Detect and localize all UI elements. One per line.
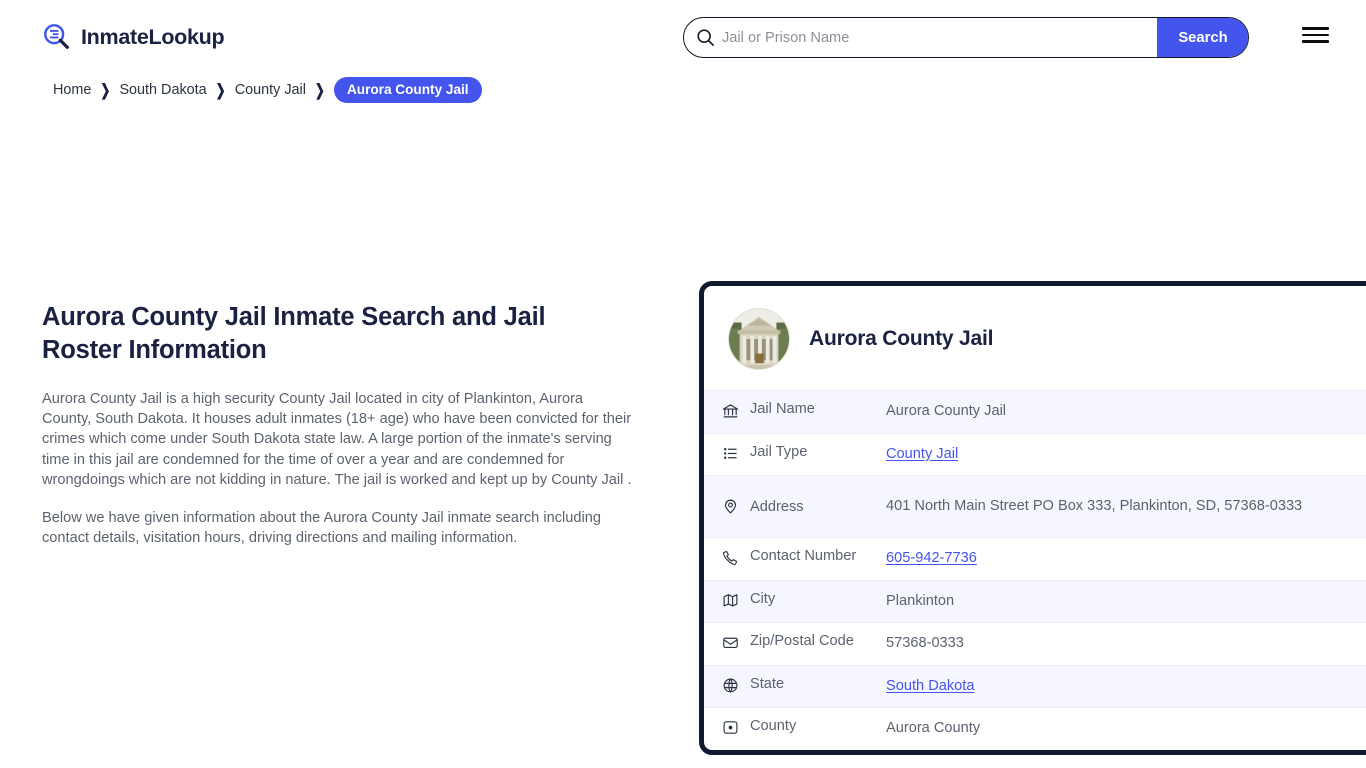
breadcrumb-separator: ❯ <box>100 80 111 100</box>
row-value: 605-942-7736 <box>886 548 1007 570</box>
site-logo[interactable]: InmateLookup <box>42 22 225 52</box>
table-row: State South Dakota <box>704 664 1366 707</box>
row-label: Address <box>750 498 804 515</box>
jail-info-card: Aurora County Jail Jail Name Aurora Count… <box>699 281 1366 755</box>
county-pin-icon <box>704 718 750 736</box>
row-value: 57368-0333 <box>886 635 964 651</box>
card-header: Aurora County Jail <box>704 286 1366 390</box>
row-label: Jail Name <box>750 401 815 417</box>
hamburger-bar <box>1302 33 1329 37</box>
breadcrumb-item-south-dakota[interactable]: South Dakota <box>119 82 206 98</box>
row-label: City <box>750 590 776 607</box>
table-row: City Plankinton <box>704 579 1366 622</box>
table-row: County Aurora County <box>704 707 1366 750</box>
table-row: Contact Number 605-942-7736 <box>704 537 1366 580</box>
breadcrumb: Home ❯ South Dakota ❯ County Jail ❯ Aurora Cou… <box>53 75 1366 105</box>
row-value-link[interactable]: South Dakota <box>886 678 974 694</box>
secondary-paragraph: Below we have given information about th… <box>42 510 601 547</box>
phone-icon <box>704 548 750 566</box>
table-row: Jail Name Aurora County Jail <box>704 390 1366 433</box>
row-label: County <box>750 718 797 734</box>
map-icon <box>704 591 750 609</box>
card-title: Aurora County Jail <box>809 327 994 350</box>
list-icon <box>704 444 750 462</box>
row-label: State <box>750 675 785 692</box>
hamburger-menu-icon[interactable] <box>1302 24 1329 46</box>
envelope-icon <box>704 633 750 651</box>
table-row: Jail Type County Jail <box>704 432 1366 476</box>
breadcrumb-item-county-jail[interactable]: County Jail <box>235 82 306 98</box>
search-button[interactable]: Search <box>1157 18 1248 57</box>
row-value: County Jail <box>886 444 988 466</box>
row-value: Aurora County Jail <box>886 403 1007 419</box>
bank-icon <box>704 401 750 419</box>
table-row: Address 401 North Main Street PO Box 333,… <box>704 475 1366 537</box>
page-body: Aurora County Jail Inmate Search and Jai… <box>0 105 1366 755</box>
row-label: Zip/Postal Code <box>750 633 854 649</box>
article-column: Aurora County Jail Inmate Search and Jai… <box>42 301 642 566</box>
row-value-link[interactable]: County Jail <box>886 446 958 462</box>
page-title: Aurora County Jail Inmate Search and Jai… <box>42 303 546 364</box>
row-value: Aurora County <box>886 720 981 736</box>
breadcrumb-item-aurora-county-jail: Aurora County Jail <box>333 77 482 103</box>
breadcrumb-separator: ❯ <box>215 80 226 100</box>
row-label: Jail Type <box>750 443 808 460</box>
search-icon <box>684 18 718 57</box>
row-value: Plankinton <box>886 592 955 609</box>
magnifier-list-icon <box>42 22 72 52</box>
row-label: Contact Number <box>750 548 857 564</box>
search-input[interactable] <box>718 18 1157 57</box>
site-header: InmateLookup Search <box>0 0 1366 74</box>
hamburger-bar <box>1302 27 1329 30</box>
row-value-link[interactable]: 605-942-7736 <box>886 550 977 566</box>
intro-paragraph: Aurora County Jail is a high security Co… <box>42 391 632 488</box>
row-value: South Dakota <box>886 676 1004 698</box>
logo-text: InmateLookup <box>81 24 225 49</box>
courthouse-photo <box>728 308 790 370</box>
map-pin-icon <box>704 498 750 515</box>
breadcrumb-separator: ❯ <box>314 80 325 100</box>
globe-icon <box>704 676 750 694</box>
search-bar: Search <box>683 17 1249 58</box>
jail-info-table: Jail Name Aurora County Jail Jail Type Coun… <box>704 390 1366 750</box>
table-row: Zip/Postal Code 57368-0333 <box>704 622 1366 665</box>
hamburger-bar <box>1302 40 1329 43</box>
row-value: 401 North Main Street PO Box 333, Planki… <box>886 497 1303 514</box>
breadcrumb-item-home[interactable]: Home <box>53 82 91 98</box>
